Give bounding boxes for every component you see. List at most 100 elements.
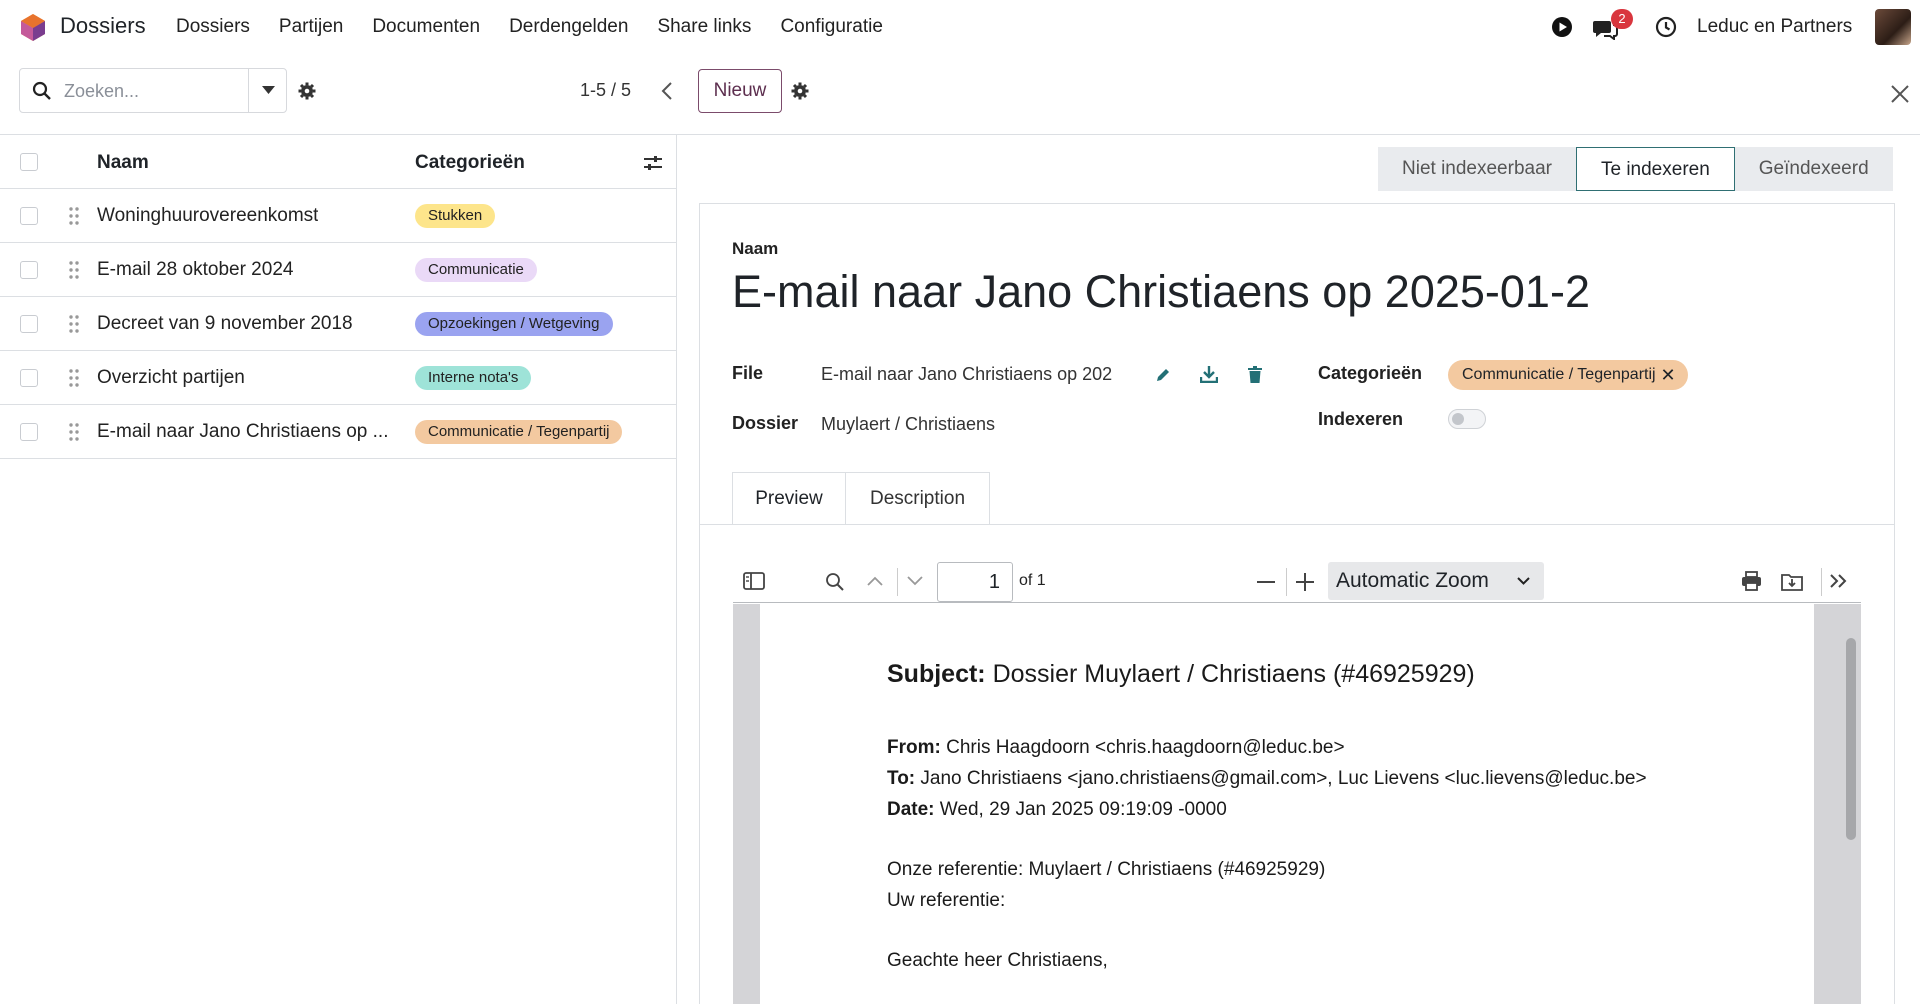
category-tag: Communicatie / Tegenpartij (415, 420, 623, 444)
mail-date: Date: Wed, 29 Jan 2025 09:19:09 -0000 (887, 799, 1227, 820)
row-name: E-mail naar Jano Christiaens op ... (97, 421, 389, 442)
select-all-checkbox[interactable] (20, 153, 38, 171)
record-gear-icon[interactable] (791, 82, 809, 100)
pager-value[interactable]: 1-5 / 5 (580, 80, 631, 101)
top-navbar: Dossiers Dossiers Partijen Documenten De… (0, 0, 1920, 54)
new-record-button[interactable]: Nieuw (698, 69, 782, 113)
table-row[interactable]: Decreet van 9 november 2018 Opzoekingen /… (0, 297, 676, 351)
documents-list: Naam Categorieën Woninghuurovereenkomst S… (0, 135, 677, 1004)
gear-icon[interactable] (298, 82, 316, 100)
menu-item-documenten[interactable]: Documenten (372, 16, 480, 38)
chevron-down-icon (1517, 577, 1530, 585)
menu-item-configuratie[interactable]: Configuratie (780, 16, 882, 38)
close-icon[interactable] (1890, 84, 1910, 104)
index-toggle[interactable] (1448, 409, 1486, 429)
zoom-select[interactable]: Automatic Zoom (1328, 562, 1544, 600)
category-tag: Stukken (415, 204, 496, 228)
notification-badge: 2 (1611, 9, 1633, 29)
caret-down-icon (262, 86, 275, 94)
menu-item-derdengelden[interactable]: Derdengelden (509, 16, 628, 38)
search-options-toggle[interactable] (248, 69, 288, 112)
record-title[interactable]: E-mail naar Jano Christiaens op 2025-01-… (732, 266, 1590, 318)
category-tag: Communicatie (415, 258, 537, 282)
page-number-input[interactable]: 1 (937, 562, 1013, 602)
category-tag-label: Communicatie / Tegenpartij (1462, 366, 1656, 383)
app-name[interactable]: Dossiers (60, 13, 146, 39)
tab-preview[interactable]: Preview (732, 472, 846, 525)
status-geindexeerd[interactable]: Geïndexeerd (1734, 147, 1893, 191)
dossier-value[interactable]: Muylaert / Christiaens (821, 414, 995, 435)
app-logo-icon[interactable] (18, 12, 48, 42)
chevron-left-icon[interactable] (661, 81, 673, 101)
toolbar-separator (897, 568, 898, 596)
search-icon (32, 81, 51, 100)
tools-menu-icon[interactable] (1829, 573, 1849, 589)
row-checkbox[interactable] (20, 315, 38, 333)
row-name: Woninghuurovereenkomst (97, 205, 319, 226)
mail-greeting: Geachte heer Christiaens, (887, 950, 1108, 971)
column-header-categorieen[interactable]: Categorieën (415, 152, 525, 174)
row-checkbox[interactable] (20, 207, 38, 225)
remove-tag-icon[interactable]: ✕ (1660, 360, 1675, 390)
search-input[interactable]: Zoeken... (64, 81, 139, 102)
save-pdf-icon[interactable] (1781, 571, 1803, 591)
list-header: Naam Categorieën (0, 135, 676, 189)
company-switcher[interactable]: Leduc en Partners (1697, 16, 1852, 38)
play-icon[interactable] (1551, 16, 1573, 38)
row-checkbox[interactable] (20, 423, 38, 441)
zoom-out-icon[interactable] (1257, 580, 1275, 584)
status-niet-indexeerbaar[interactable]: Niet indexeerbaar (1378, 147, 1576, 191)
index-label: Indexeren (1318, 409, 1404, 429)
categories-label: Categorieën (1318, 363, 1423, 383)
table-row[interactable]: E-mail 28 oktober 2024 Communicatie (0, 243, 676, 297)
row-checkbox[interactable] (20, 261, 38, 279)
previous-page-icon[interactable] (866, 575, 884, 587)
row-checkbox[interactable] (20, 369, 38, 387)
optional-columns-icon[interactable] (643, 154, 663, 172)
tab-description[interactable]: Description (845, 472, 990, 525)
dossier-label: Dossier (732, 413, 799, 433)
status-bar: Niet indexeerbaar Te indexeren Geïndexee… (1378, 147, 1893, 191)
mail-reference-ours: Onze referentie: Muylaert / Christiaens … (887, 859, 1326, 880)
drag-handle-icon[interactable] (68, 314, 80, 334)
mail-reference-yours: Uw referentie: (887, 890, 1006, 911)
mail-to: To: Jano Christiaens <jano.christiaens@g… (887, 768, 1647, 789)
table-row[interactable]: E-mail naar Jano Christiaens op ... Commu… (0, 405, 676, 459)
name-label: Naam (732, 239, 779, 258)
category-tag: Communicatie / Tegenpartij ✕ (1448, 360, 1688, 390)
mail-from: From: Chris Haagdoorn <chris.haagdoorn@l… (887, 737, 1345, 758)
pdf-search-icon[interactable] (825, 572, 845, 592)
sidebar-toggle-icon[interactable] (743, 572, 765, 590)
mail-subject: Subject: Dossier Muylaert / Christiaens … (887, 660, 1475, 688)
file-value[interactable]: E-mail naar Jano Christiaens op 202 (821, 364, 1112, 385)
menu-item-partijen[interactable]: Partijen (279, 16, 343, 38)
table-row[interactable]: Woninghuurovereenkomst Stukken (0, 189, 676, 243)
download-icon[interactable] (1200, 365, 1218, 383)
pdf-scrollbar[interactable] (1846, 638, 1856, 840)
drag-handle-icon[interactable] (68, 260, 80, 280)
toolbar-separator (1286, 568, 1287, 596)
table-row[interactable]: Overzicht partijen Interne nota's (0, 351, 676, 405)
main-menu: Dossiers Partijen Documenten Derdengelde… (176, 16, 912, 38)
drag-handle-icon[interactable] (68, 206, 80, 226)
zoom-in-icon[interactable] (1296, 573, 1314, 591)
menu-item-dossiers[interactable]: Dossiers (176, 16, 250, 38)
clock-icon[interactable] (1655, 16, 1677, 38)
trash-icon[interactable] (1248, 366, 1262, 383)
toolbar-separator (1821, 568, 1822, 596)
drag-handle-icon[interactable] (68, 368, 80, 388)
drag-handle-icon[interactable] (68, 422, 80, 442)
status-te-indexeren[interactable]: Te indexeren (1575, 147, 1735, 191)
menu-item-share-links[interactable]: Share links (657, 16, 751, 38)
page-count: of 1 (1019, 572, 1046, 589)
print-icon[interactable] (1741, 571, 1762, 591)
next-page-icon[interactable] (906, 575, 924, 587)
tabs-underline (699, 524, 1895, 525)
pencil-icon[interactable] (1155, 367, 1171, 383)
search-box[interactable]: Zoeken... (19, 68, 287, 113)
column-header-naam[interactable]: Naam (97, 152, 149, 174)
user-avatar[interactable] (1875, 9, 1911, 45)
row-name: E-mail 28 oktober 2024 (97, 259, 294, 280)
file-label: File (732, 363, 764, 383)
row-name: Overzicht partijen (97, 367, 245, 388)
